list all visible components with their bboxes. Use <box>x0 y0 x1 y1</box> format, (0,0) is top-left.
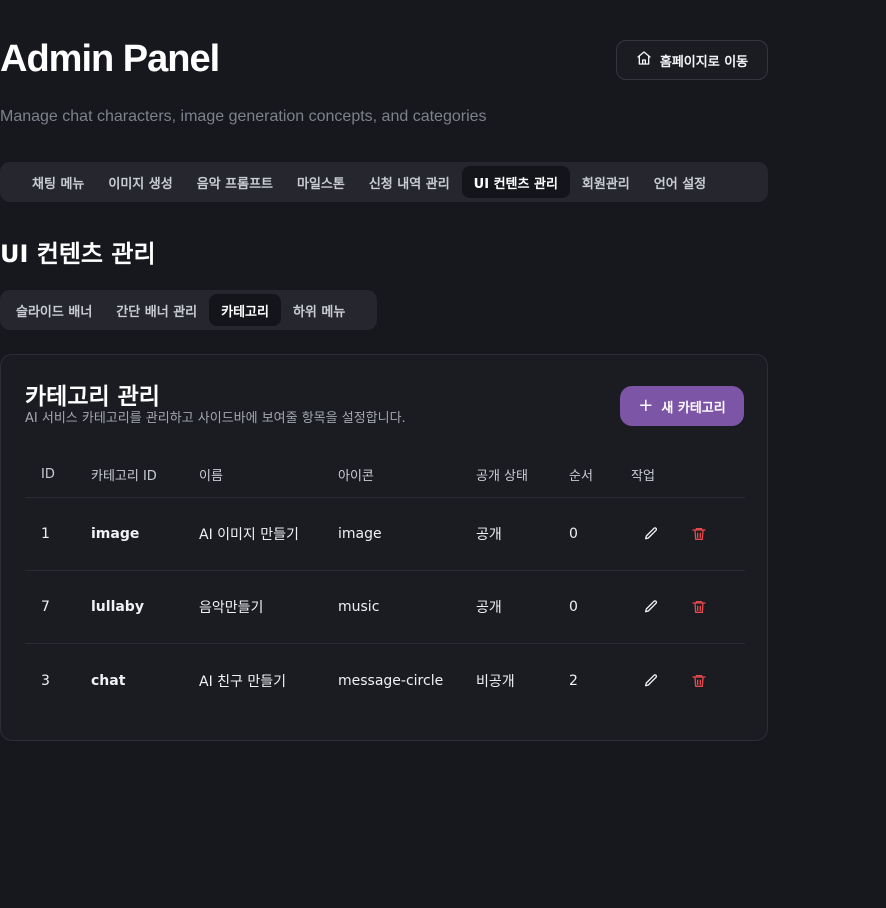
subtab-category[interactable]: 카테고리 <box>209 294 281 326</box>
tab-ui-content[interactable]: UI 컨텐츠 관리 <box>461 166 570 198</box>
tab-members[interactable]: 회원관리 <box>570 166 642 198</box>
row-icon-name: music <box>338 599 380 615</box>
row-icon-name: message-circle <box>338 672 444 689</box>
col-name: 이름 <box>199 468 223 484</box>
subtab-slide-banner[interactable]: 슬라이드 배너 <box>4 294 104 326</box>
pencil-icon[interactable] <box>640 670 662 692</box>
row-status: 공개 <box>476 600 502 616</box>
row-icon-name: image <box>338 526 382 542</box>
row-category-id: image <box>91 526 140 542</box>
home-icon <box>636 50 652 70</box>
pencil-icon[interactable] <box>640 596 662 618</box>
col-category-id: 카테고리 ID <box>91 468 157 484</box>
table-header: ID 카테고리 ID 이름 아이콘 공개 상태 순서 작업 <box>25 451 745 498</box>
row-id: 7 <box>41 599 50 615</box>
col-status: 공개 상태 <box>476 468 528 484</box>
row-id: 3 <box>41 672 50 689</box>
table-row: 1 image AI 이미지 만들기 image 공개 0 <box>25 498 745 571</box>
table-row: 7 lullaby 음악만들기 music 공개 0 <box>25 571 745 644</box>
row-category-id: chat <box>91 672 126 689</box>
col-id: ID <box>41 466 55 482</box>
col-icon: 아이콘 <box>338 468 374 484</box>
tab-music-prompt[interactable]: 음악 프롬프트 <box>185 166 285 198</box>
row-id: 1 <box>41 526 50 542</box>
row-status: 비공개 <box>476 673 515 690</box>
admin-page: Admin Panel 홈페이지로 이동 Manage chat charact… <box>0 0 886 908</box>
new-category-label: 새 카테고리 <box>661 400 726 416</box>
row-name: AI 친구 만들기 <box>199 673 287 690</box>
trash-icon[interactable] <box>688 596 710 618</box>
page-subtitle: Manage chat characters, image generation… <box>0 108 487 125</box>
page-title: Admin Panel <box>0 38 220 80</box>
trash-icon[interactable] <box>688 670 710 692</box>
tab-image-generation[interactable]: 이미지 생성 <box>96 166 184 198</box>
card-title: 카테고리 관리 <box>25 384 160 410</box>
subtab-submenu[interactable]: 하위 메뉴 <box>281 294 357 326</box>
category-card: 카테고리 관리 AI 서비스 카테고리를 관리하고 사이드바에 보여줄 항목을 … <box>0 354 768 741</box>
col-actions: 작업 <box>631 468 655 484</box>
row-category-id: lullaby <box>91 599 144 615</box>
pencil-icon[interactable] <box>640 523 662 545</box>
row-name: AI 이미지 만들기 <box>199 527 299 543</box>
home-button-label: 홈페이지로 이동 <box>659 54 749 70</box>
new-category-button[interactable]: + 새 카테고리 <box>620 386 744 426</box>
row-name: 음악만들기 <box>199 600 264 616</box>
tab-applications[interactable]: 신청 내역 관리 <box>357 166 462 198</box>
category-table: ID 카테고리 ID 이름 아이콘 공개 상태 순서 작업 1 image AI… <box>25 451 745 717</box>
row-status: 공개 <box>476 527 502 543</box>
tab-milestone[interactable]: 마일스톤 <box>285 166 357 198</box>
subtab-simple-banner[interactable]: 간단 배너 관리 <box>104 294 209 326</box>
main-tabs: 채팅 메뉴 이미지 생성 음악 프롬프트 마일스톤 신청 내역 관리 UI 컨텐… <box>0 162 768 202</box>
tab-chat-menu[interactable]: 채팅 메뉴 <box>20 166 96 198</box>
tab-language[interactable]: 언어 설정 <box>642 166 718 198</box>
plus-icon: + <box>638 395 654 416</box>
trash-icon[interactable] <box>688 523 710 545</box>
col-order: 순서 <box>569 468 593 484</box>
row-order: 0 <box>569 599 578 615</box>
table-row: 3 chat AI 친구 만들기 message-circle 비공개 2 <box>25 644 745 717</box>
row-order: 2 <box>569 672 578 689</box>
section-title: UI 컨텐츠 관리 <box>0 240 156 268</box>
row-order: 0 <box>569 526 578 542</box>
home-button[interactable]: 홈페이지로 이동 <box>616 40 768 80</box>
card-description: AI 서비스 카테고리를 관리하고 사이드바에 보여줄 항목을 설정합니다. <box>25 411 406 426</box>
sub-tabs: 슬라이드 배너 간단 배너 관리 카테고리 하위 메뉴 <box>0 290 377 330</box>
